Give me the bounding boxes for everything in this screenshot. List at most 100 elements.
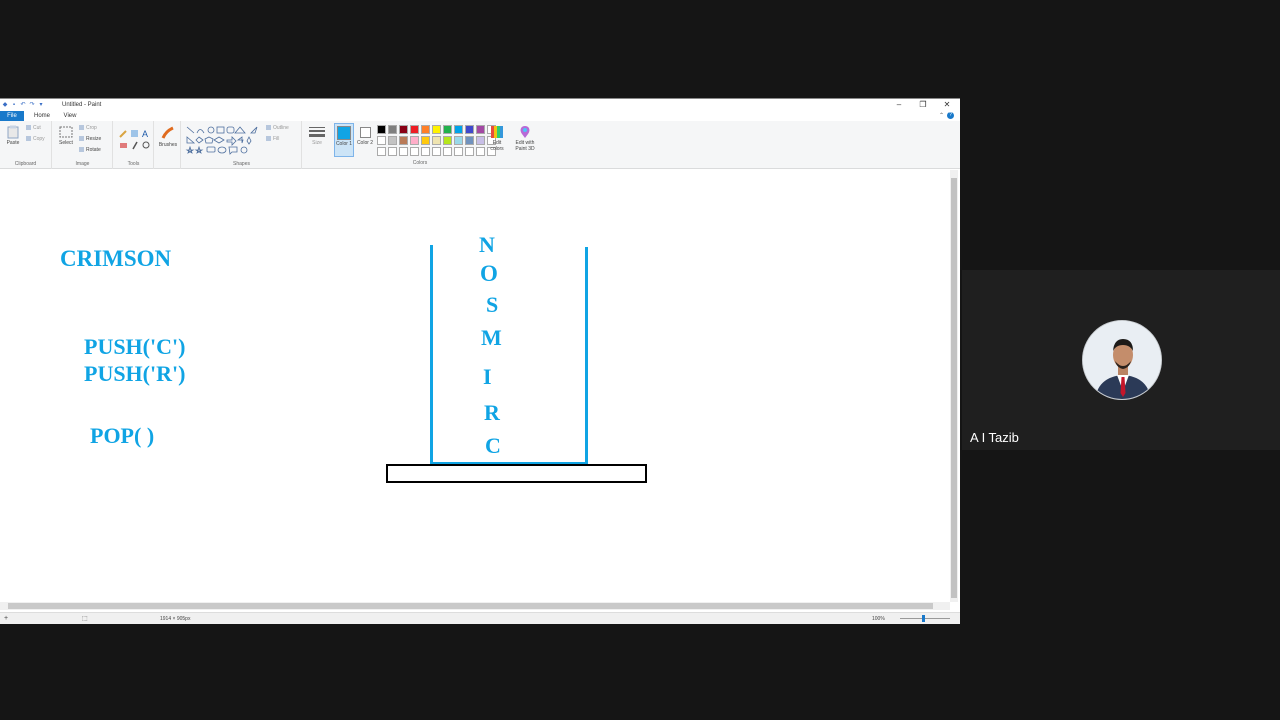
color-swatch[interactable]: [476, 147, 485, 156]
tab-view[interactable]: View: [58, 111, 82, 121]
rotate-button[interactable]: Rotate: [79, 147, 101, 153]
color-swatch[interactable]: [399, 125, 408, 134]
brushes-label: Brushes: [158, 142, 178, 148]
vertical-scrollbar[interactable]: [950, 170, 958, 602]
color-swatch[interactable]: [421, 125, 430, 134]
copy-button[interactable]: Copy: [26, 136, 45, 142]
color-swatch[interactable]: [454, 136, 463, 145]
cut-button[interactable]: Cut: [26, 125, 41, 131]
fill-button[interactable]: Fill: [266, 136, 279, 142]
paste-button[interactable]: Paste: [4, 125, 22, 146]
color1-label: Color 1: [335, 141, 353, 147]
fill-icon: [266, 136, 271, 142]
color-swatch[interactable]: [410, 136, 419, 145]
stack-base: [386, 464, 647, 483]
restore-button[interactable]: ❐: [918, 101, 928, 109]
title-bar: ◆ ▪ ↶ ↷ ▾ Untitled - Paint – ❐ ✕: [0, 98, 960, 111]
tools-label: Tools: [127, 161, 140, 167]
shapes-group: Outline Fill Shapes: [182, 121, 302, 169]
stack-letter: I: [483, 364, 492, 389]
shapes-gallery[interactable]: [185, 125, 261, 155]
color-swatch[interactable]: [454, 147, 463, 156]
rotate-icon: [79, 147, 84, 153]
copy-icon: [26, 136, 31, 142]
color-swatch[interactable]: [443, 147, 452, 156]
color-swatch[interactable]: [399, 136, 408, 145]
image-label: Image: [75, 161, 90, 167]
resize-button[interactable]: Resize: [79, 136, 101, 142]
vertical-scroll-thumb[interactable]: [951, 178, 957, 598]
select-icon: [59, 126, 73, 138]
zoom-slider[interactable]: [900, 618, 950, 619]
stack-letter: S: [486, 292, 499, 317]
brushes-button[interactable]: Brushes: [157, 125, 179, 148]
size-icon: [309, 127, 325, 137]
color-swatch[interactable]: [465, 147, 474, 156]
pop-text: POP( ): [90, 423, 155, 448]
color-swatch[interactable]: [443, 125, 452, 134]
horizontal-scrollbar[interactable]: [0, 602, 950, 610]
color-swatch[interactable]: [388, 136, 397, 145]
paint3d-label: Edit with Paint 3D: [515, 140, 535, 152]
copy-label: Copy: [33, 136, 45, 142]
collapse-ribbon-icon[interactable]: ⌃: [939, 111, 944, 121]
redo-icon[interactable]: ↷: [29, 102, 35, 108]
stack-letter: M: [481, 325, 502, 350]
color-swatch[interactable]: [476, 136, 485, 145]
size-button[interactable]: Size: [307, 125, 327, 146]
fill-label: Fill: [273, 136, 280, 142]
participant-video-tile: A I Tazib: [962, 270, 1280, 450]
color-swatch[interactable]: [476, 125, 485, 134]
customize-qat-icon[interactable]: ▾: [38, 102, 44, 108]
paint-window: ◆ ▪ ↶ ↷ ▾ Untitled - Paint – ❐ ✕ File Ho…: [0, 98, 960, 624]
stack-letter: O: [480, 261, 498, 286]
resize-label: Resize: [86, 136, 102, 142]
tab-home[interactable]: Home: [28, 111, 56, 121]
close-button[interactable]: ✕: [942, 101, 952, 109]
clipboard-group: Paste Cut Copy Clipboard: [0, 121, 52, 169]
color-swatch[interactable]: [388, 125, 397, 134]
color-swatch[interactable]: [399, 147, 408, 156]
color-swatch[interactable]: [421, 136, 430, 145]
color-swatch[interactable]: [377, 136, 386, 145]
svg-text:A: A: [142, 129, 148, 139]
size-group[interactable]: Size: [303, 121, 331, 169]
paint3d-button[interactable]: Edit with Paint 3D: [512, 125, 538, 152]
selection-size-icon: ⬚: [82, 616, 88, 622]
push-c-text: PUSH('C'): [84, 334, 186, 359]
color-swatch[interactable]: [410, 125, 419, 134]
select-button[interactable]: Select: [56, 125, 76, 146]
color-swatch[interactable]: [465, 125, 474, 134]
stack-letter: R: [484, 400, 500, 425]
color-swatch[interactable]: [465, 136, 474, 145]
tab-file[interactable]: File: [0, 111, 24, 121]
drawing-canvas[interactable]: CRIMSON PUSH('C') PUSH('R') POP( ) N O S…: [0, 170, 950, 602]
color2-button[interactable]: Color 2: [356, 123, 374, 146]
outline-button[interactable]: Outline: [266, 125, 289, 131]
undo-icon[interactable]: ↶: [20, 102, 26, 108]
help-icon[interactable]: ?: [947, 112, 954, 119]
color-swatch[interactable]: [388, 147, 397, 156]
color-swatch[interactable]: [454, 125, 463, 134]
color-swatch[interactable]: [377, 125, 386, 134]
crop-button[interactable]: Crop: [79, 125, 97, 131]
color-swatch[interactable]: [432, 136, 441, 145]
color-swatch[interactable]: [443, 136, 452, 145]
paste-label: Paste: [6, 140, 20, 146]
color-swatch[interactable]: [410, 147, 419, 156]
color-swatch[interactable]: [432, 147, 441, 156]
color-swatch[interactable]: [421, 147, 430, 156]
outline-label: Outline: [273, 125, 289, 131]
canvas-dimensions: 1914 × 905px: [160, 616, 191, 622]
color-swatch[interactable]: [432, 125, 441, 134]
edit-colors-button[interactable]: Edit colors: [486, 125, 508, 152]
word-text: CRIMSON: [60, 246, 172, 271]
color-swatch[interactable]: [377, 147, 386, 156]
color1-button[interactable]: Color 1: [334, 123, 354, 157]
edit-colors-label: Edit colors: [490, 140, 504, 152]
brushes-group[interactable]: Brushes: [155, 121, 181, 169]
minimize-button[interactable]: –: [894, 101, 904, 109]
save-icon[interactable]: ▪: [11, 102, 17, 108]
horizontal-scroll-thumb[interactable]: [8, 603, 933, 609]
zoom-slider-knob[interactable]: [922, 615, 925, 622]
